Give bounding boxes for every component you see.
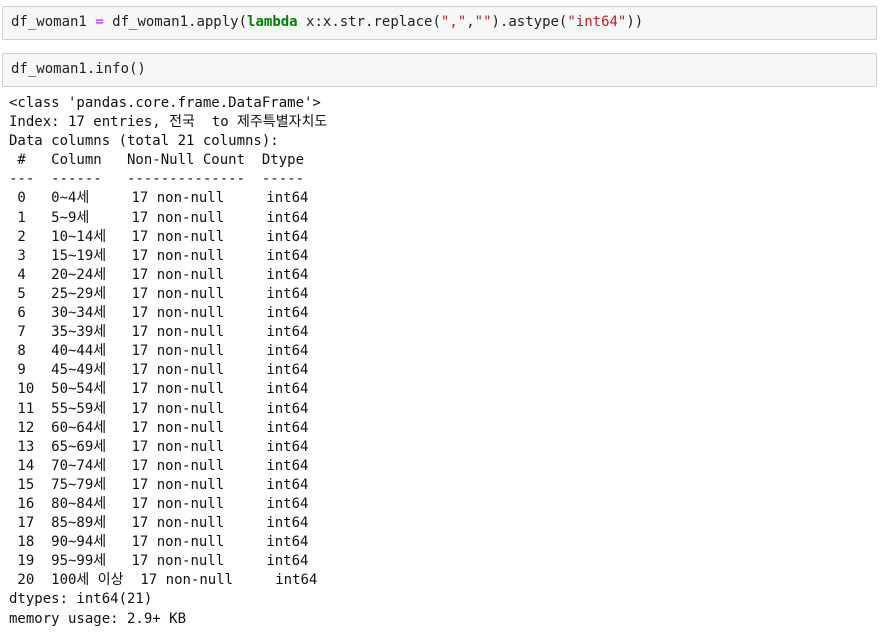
output-line: 10 50~54세 17 non-null int64 — [9, 381, 309, 398]
output-line: Data columns (total 21 columns): — [9, 133, 279, 150]
code-token-string: "" — [474, 14, 492, 30]
code-token-string: "int64" — [567, 14, 627, 30]
output-line: 17 85~89세 17 non-null int64 — [9, 515, 309, 532]
output-line: 3 15~19세 17 non-null int64 — [9, 247, 309, 264]
output-line: 19 95~99세 17 non-null int64 — [9, 553, 309, 570]
code-token-string: "," — [440, 14, 467, 30]
notebook: df_woman1 = df_woman1.apply(lambda x:x.s… — [0, 0, 887, 637]
output-line: memory usage: 2.9+ KB — [9, 610, 187, 627]
output-line: 16 80~84세 17 non-null int64 — [9, 495, 309, 512]
output-line: 0 0~4세 17 non-null int64 — [9, 190, 309, 207]
code-token: , — [466, 14, 475, 30]
output-line: 7 35~39세 17 non-null int64 — [9, 324, 309, 341]
code-token-operator: = — [95, 14, 104, 30]
output-line: 6 30~34세 17 non-null int64 — [9, 305, 309, 322]
output-line: 9 45~49세 17 non-null int64 — [9, 362, 309, 379]
cell-output: <class 'pandas.core.frame.DataFrame'> Ind… — [9, 94, 879, 629]
output-line: dtypes: int64(21) — [9, 591, 153, 608]
output-line: 15 75~79세 17 non-null int64 — [9, 476, 309, 493]
output-line: 14 70~74세 17 non-null int64 — [9, 457, 309, 474]
output-line: # Column Non-Null Count Dtype — [9, 152, 305, 169]
code-token-keyword: lambda — [247, 14, 298, 30]
code-token: df_woman1.apply( — [103, 14, 248, 30]
output-line: <class 'pandas.core.frame.DataFrame'> — [9, 95, 321, 111]
output-line: 8 40~44세 17 non-null int64 — [9, 343, 309, 360]
code-cell-info[interactable]: df_woman1.info() — [2, 53, 877, 87]
code-token: ).astype( — [491, 14, 568, 30]
output-line: 11 55~59세 17 non-null int64 — [9, 400, 309, 417]
output-line: 13 65~69세 17 non-null int64 — [9, 438, 309, 455]
output-line: 4 20~24세 17 non-null int64 — [9, 266, 309, 283]
code-cell-apply[interactable]: df_woman1 = df_woman1.apply(lambda x:x.s… — [2, 6, 877, 40]
output-line: 1 5~9세 17 non-null int64 — [9, 209, 309, 226]
code-token: )) — [626, 14, 644, 30]
output-line: --- ------ -------------- ----- — [9, 171, 305, 188]
output-line: 5 25~29세 17 non-null int64 — [9, 285, 309, 302]
code-token: df_woman1 — [11, 14, 96, 30]
output-line: 12 60~64세 17 non-null int64 — [9, 419, 309, 436]
output-line: Index: 17 entries, 전국 to 제주특별자치도 — [9, 114, 328, 131]
output-line: 20 100세 이상 17 non-null int64 — [9, 572, 318, 589]
output-line: 18 90~94세 17 non-null int64 — [9, 534, 309, 551]
code-text: df_woman1.info() — [11, 61, 146, 77]
output-line: 2 10~14세 17 non-null int64 — [9, 228, 309, 245]
code-token: x:x.str.replace( — [297, 14, 441, 30]
